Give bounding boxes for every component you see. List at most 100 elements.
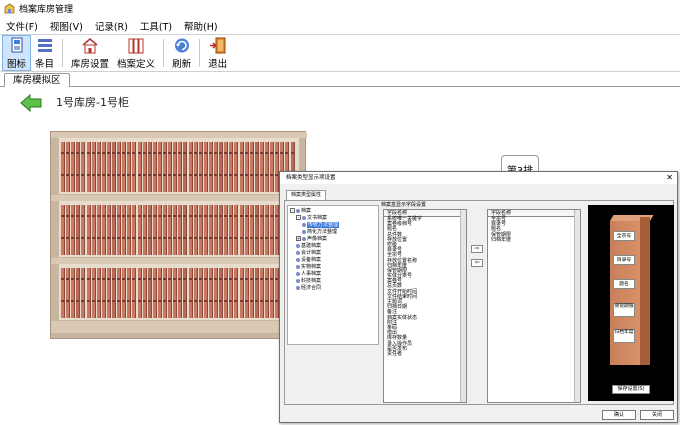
book-spine[interactable]: [96, 205, 101, 255]
book-spine[interactable]: [224, 268, 229, 318]
archive-definition-button[interactable]: 档案定义: [113, 35, 159, 71]
book-spine[interactable]: [178, 142, 183, 192]
book-spine[interactable]: [127, 142, 132, 192]
shelf-row[interactable]: [59, 201, 299, 257]
book-spine[interactable]: [178, 268, 183, 318]
book-spine[interactable]: [137, 142, 142, 192]
book-spine[interactable]: [127, 205, 132, 255]
menu-record[interactable]: 记录(R): [89, 19, 134, 33]
tab-storage-simulation[interactable]: 库房模拟区: [4, 73, 70, 87]
book-spine[interactable]: [81, 268, 86, 318]
book-spine[interactable]: [239, 268, 244, 318]
book-spine[interactable]: [91, 268, 96, 318]
book-spine[interactable]: [249, 205, 254, 255]
book-spine[interactable]: [132, 205, 137, 255]
book-spine[interactable]: [142, 268, 147, 318]
book-spine[interactable]: [106, 268, 111, 318]
tree-node[interactable]: - 档案: [290, 208, 311, 214]
book-spine[interactable]: [168, 205, 173, 255]
tab-archive-type-props[interactable]: 档案类型属性: [286, 190, 327, 200]
selected-fields-list[interactable]: 字段名称 全宗号 目录号 题名 保管期限 归档年度: [487, 209, 581, 403]
back-arrow-icon[interactable]: [20, 93, 42, 113]
book-spine[interactable]: [122, 268, 127, 318]
book-spine[interactable]: [254, 205, 259, 255]
book-spine[interactable]: [224, 205, 229, 255]
book-spine[interactable]: [234, 205, 239, 255]
book-spine[interactable]: [183, 142, 188, 192]
book-spine[interactable]: [249, 268, 254, 318]
book-spine[interactable]: [71, 142, 76, 192]
shelf-row[interactable]: [59, 138, 299, 194]
book-spine[interactable]: [198, 268, 203, 318]
icon-view-button[interactable]: 图标: [2, 35, 32, 71]
book-spine[interactable]: [152, 268, 157, 318]
menu-file[interactable]: 文件(F): [0, 19, 44, 33]
book-spine[interactable]: [259, 268, 264, 318]
book-spine[interactable]: [152, 142, 157, 192]
book-spine[interactable]: [168, 268, 173, 318]
room-setup-button[interactable]: 库房设置: [67, 35, 113, 71]
book-spine[interactable]: [198, 205, 203, 255]
book-spine[interactable]: [137, 268, 142, 318]
book-spine[interactable]: [61, 205, 65, 255]
bookshelf[interactable]: [50, 131, 307, 339]
book-spine[interactable]: [208, 205, 213, 255]
book-spine[interactable]: [259, 142, 264, 192]
book-spine[interactable]: [81, 205, 86, 255]
book-spine[interactable]: [183, 205, 188, 255]
book-spine[interactable]: [244, 268, 249, 318]
book-spine[interactable]: [219, 268, 224, 318]
book-spine[interactable]: [101, 205, 106, 255]
tree-node[interactable]: 人事档案: [296, 271, 321, 277]
book-spine[interactable]: [265, 268, 269, 318]
tree-node[interactable]: 简化方法整理: [302, 229, 337, 235]
book-spine[interactable]: [106, 142, 111, 192]
available-fields-list[interactable]: 字段名称 系统唯一关键字 案卷级档号 题名 总件数 存放位置 密级 目录号 全宗号 存放位置名称…: [383, 209, 467, 403]
book-spine[interactable]: [106, 205, 111, 255]
book-spine[interactable]: [96, 268, 101, 318]
book-spine[interactable]: [244, 205, 249, 255]
book-spine[interactable]: [127, 268, 132, 318]
book-spine[interactable]: [163, 142, 167, 192]
list-view-button[interactable]: 条目: [31, 35, 58, 71]
book-spine[interactable]: [76, 205, 81, 255]
book-spine[interactable]: [86, 205, 91, 255]
menu-view[interactable]: 视图(V): [44, 19, 89, 33]
book-spine[interactable]: [254, 142, 259, 192]
book-spine[interactable]: [61, 142, 65, 192]
book-spine[interactable]: [183, 268, 188, 318]
book-spine[interactable]: [188, 205, 193, 255]
book-spine[interactable]: [219, 205, 224, 255]
tree-node[interactable]: + 声像档案: [296, 236, 327, 242]
book-spine[interactable]: [234, 268, 239, 318]
book-spine[interactable]: [224, 142, 229, 192]
book-spine[interactable]: [66, 268, 71, 318]
book-spine[interactable]: [203, 142, 208, 192]
book-spine[interactable]: [132, 142, 137, 192]
book-spine[interactable]: [173, 142, 178, 192]
archive-type-tree[interactable]: - 档案 - 文书档案 传统方法整理 简化方法整理 + 声像档案 基建档案 会计档案 设备档案 实物档…: [287, 205, 379, 345]
book-spine[interactable]: [188, 142, 193, 192]
book-spine[interactable]: [234, 142, 239, 192]
book-spine[interactable]: [132, 268, 137, 318]
tree-node[interactable]: 会计档案: [296, 250, 321, 256]
book-spine[interactable]: [270, 142, 275, 192]
book-spine[interactable]: [193, 142, 198, 192]
book-spine[interactable]: [157, 142, 162, 192]
book-spine[interactable]: [101, 268, 106, 318]
book-spine[interactable]: [208, 268, 213, 318]
tree-node[interactable]: 设备档案: [296, 257, 321, 263]
book-spine[interactable]: [112, 205, 116, 255]
book-spine[interactable]: [193, 205, 198, 255]
book-spine[interactable]: [239, 205, 244, 255]
book-spine[interactable]: [86, 268, 91, 318]
tree-node[interactable]: 经济合同: [296, 285, 321, 291]
expander-icon[interactable]: -: [296, 215, 301, 220]
scrollbar[interactable]: [574, 210, 580, 402]
book-spine[interactable]: [91, 205, 96, 255]
book-spine[interactable]: [96, 142, 101, 192]
book-spine[interactable]: [147, 268, 152, 318]
book-spine[interactable]: [117, 268, 122, 318]
shelf-row[interactable]: [59, 264, 299, 320]
book-spine[interactable]: [76, 268, 81, 318]
